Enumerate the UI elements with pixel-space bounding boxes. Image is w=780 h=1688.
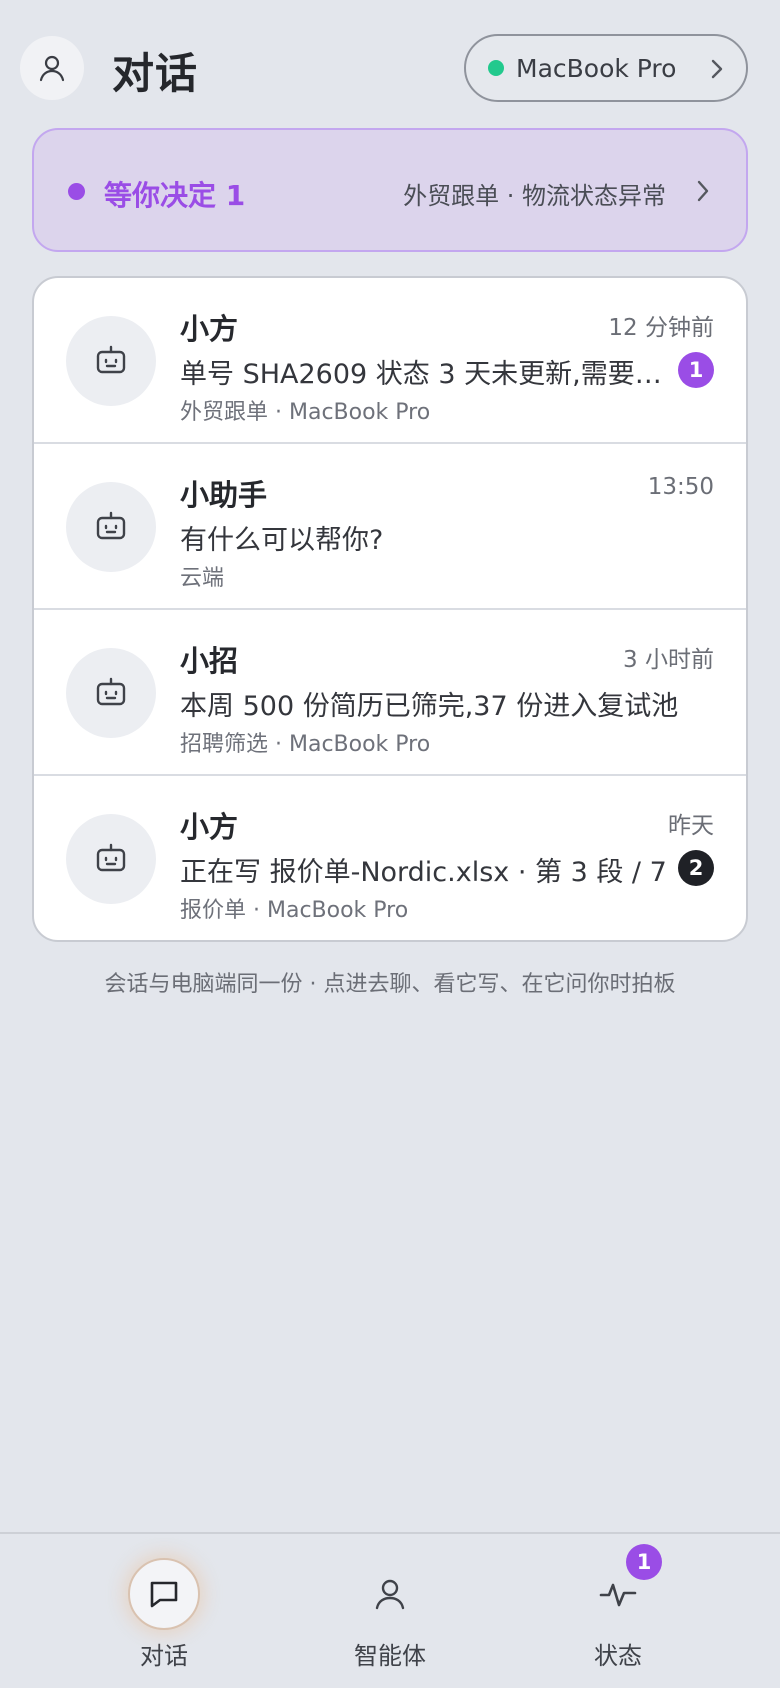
robot-icon <box>96 511 126 540</box>
agent-avatar <box>66 648 156 738</box>
tab-label: 对话 <box>140 1642 188 1670</box>
message-time: 昨天 <box>668 813 714 839</box>
tab-icon-wrap <box>354 1558 426 1630</box>
device-name: MacBook Pro <box>516 53 677 83</box>
unread-badge: 2 <box>678 850 714 886</box>
pending-decision-detail: 外贸跟单 · 物流状态异常 <box>403 182 666 210</box>
chevron-right-icon <box>697 180 709 202</box>
conversation-meta: 外贸跟单 · MacBook Pro <box>180 400 431 425</box>
conversation-row[interactable]: 小招 3 小时前 本周 500 份简历已筛完,37 份进入复试池 招聘筛选 · … <box>34 610 746 776</box>
conversation-row[interactable]: 小方 昨天 正在写 报价单-Nordic.xlsx · 第 3 段 / 7 报价… <box>34 776 746 940</box>
bottom-nav: 对话 智能体 1 状态 <box>0 1532 780 1688</box>
robot-icon <box>96 677 126 706</box>
tab-status[interactable]: 1 状态 <box>538 1544 698 1676</box>
message-preview: 正在写 报价单-Nordic.xlsx · 第 3 段 / 7 <box>180 857 667 888</box>
tab-agents[interactable]: 智能体 <box>310 1546 470 1676</box>
message-preview: 单号 SHA2609 状态 3 天未更新,需要我联系承运商吗 <box>180 359 668 390</box>
conversation-row[interactable]: 小方 12 分钟前 单号 SHA2609 状态 3 天未更新,需要我联系承运商吗… <box>34 278 746 444</box>
user-icon <box>39 55 65 82</box>
pending-decision-title: 等你决定 1 <box>104 179 246 212</box>
profile-avatar-button[interactable] <box>20 36 84 100</box>
header: 对话 MacBook Pro <box>0 0 780 132</box>
pulse-icon <box>599 1583 637 1607</box>
tab-label: 智能体 <box>354 1642 426 1670</box>
status-badge: 1 <box>626 1544 662 1580</box>
agent-name: 小招 <box>180 644 239 678</box>
tab-icon-wrap <box>128 1558 200 1630</box>
agent-avatar <box>66 814 156 904</box>
robot-icon <box>96 843 126 872</box>
tab-icon-wrap: 1 <box>582 1544 662 1630</box>
message-time: 3 小时前 <box>623 647 714 673</box>
unread-badge: 1 <box>678 352 714 388</box>
chat-bubble-icon <box>150 1581 178 1608</box>
pending-decision-banner[interactable]: 等你决定 1 外贸跟单 · 物流状态异常 <box>32 128 748 252</box>
conversation-list: 小方 12 分钟前 单号 SHA2609 状态 3 天未更新,需要我联系承运商吗… <box>32 276 748 942</box>
message-preview: 有什么可以帮你? <box>180 525 384 556</box>
pending-dot <box>68 183 85 200</box>
agent-name: 小方 <box>180 312 239 346</box>
conversation-row[interactable]: 小助手 13:50 有什么可以帮你? 云端 <box>34 444 746 610</box>
conversation-meta: 报价单 · MacBook Pro <box>180 898 409 923</box>
tab-conversations[interactable]: 对话 <box>84 1546 244 1676</box>
device-selector-button[interactable]: MacBook Pro <box>464 34 748 102</box>
agent-avatar <box>66 482 156 572</box>
tab-label: 状态 <box>594 1642 642 1670</box>
message-time: 12 分钟前 <box>608 315 714 341</box>
conversation-meta: 云端 <box>180 566 225 591</box>
device-status-dot <box>488 60 504 76</box>
page-title: 对话 <box>112 49 199 98</box>
agent-name: 小助手 <box>180 478 268 512</box>
agent-name: 小方 <box>180 810 239 844</box>
chevron-right-icon <box>711 59 723 79</box>
message-preview: 本周 500 份简历已筛完,37 份进入复试池 <box>180 691 679 722</box>
robot-icon <box>96 345 126 374</box>
agent-avatar <box>66 316 156 406</box>
sync-footnote: 会话与电脑端同一份 · 点进去聊、看它写、在它问你时拍板 <box>104 972 676 997</box>
message-time: 13:50 <box>647 474 714 500</box>
conversation-meta: 招聘筛选 · MacBook Pro <box>180 732 431 757</box>
person-icon <box>375 1579 405 1610</box>
